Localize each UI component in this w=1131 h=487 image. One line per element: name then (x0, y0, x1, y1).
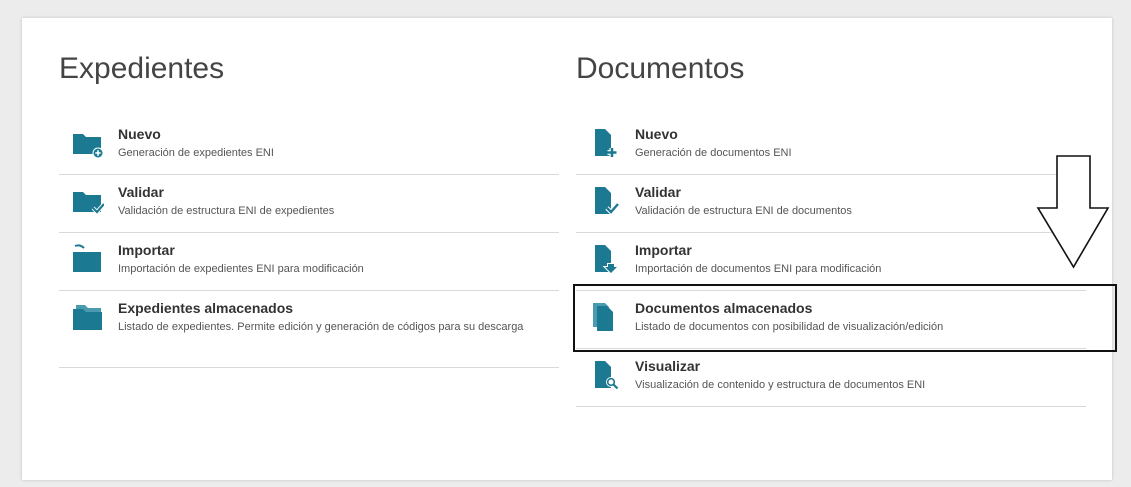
item-title: Validar (635, 184, 681, 200)
item-title: Nuevo (635, 126, 678, 142)
expedientes-nuevo-item[interactable]: Nuevo Generación de expedientes ENI (59, 117, 559, 175)
folder-plus-icon (73, 134, 104, 158)
expedientes-list: Nuevo Generación de expedientes ENI Vali… (59, 117, 559, 368)
expedientes-validar-item[interactable]: Validar Validación de estructura ENI de … (59, 175, 559, 233)
documentos-importar-item[interactable]: Importar Importación de documentos ENI p… (576, 233, 1086, 291)
document-check-icon (595, 187, 620, 216)
highlight-box (573, 284, 1117, 352)
item-description: Importación de expedientes ENI para modi… (118, 263, 364, 275)
item-description: Validación de estructura ENI de expedien… (118, 205, 335, 217)
documentos-validar-item[interactable]: Validar Validación de estructura ENI de … (576, 175, 1086, 233)
folder-open-icon (73, 244, 101, 272)
documentos-nuevo-item[interactable]: Nuevo Generación de documentos ENI (576, 117, 1086, 175)
item-description: Generación de expedientes ENI (118, 147, 274, 159)
item-description: Importación de documentos ENI para modif… (635, 263, 882, 275)
document-plus-icon (595, 129, 617, 157)
down-arrow-annotation (1036, 155, 1110, 269)
expedientes-title: Expedientes (59, 52, 225, 85)
item-description: Validación de estructura ENI de document… (635, 205, 852, 217)
documentos-visualizar-item[interactable]: Visualizar Visualización de contenido y … (576, 349, 1086, 407)
documentos-title: Documentos (576, 52, 745, 85)
document-import-icon (595, 245, 620, 274)
item-title: Nuevo (118, 126, 161, 142)
main-card: Expedientes Nuevo Generación de expedien… (22, 18, 1112, 480)
document-search-icon (595, 361, 619, 390)
item-title: Importar (635, 242, 692, 258)
item-description: Listado de expedientes. Permite edición … (118, 321, 524, 333)
item-title: Visualizar (635, 358, 701, 374)
folders-icon (73, 305, 102, 330)
folder-check-icon (73, 192, 104, 215)
item-description: Generación de documentos ENI (635, 147, 792, 159)
expedientes-almacenados-item[interactable]: Expedientes almacenados Listado de exped… (59, 291, 559, 368)
item-title: Importar (118, 242, 175, 258)
documentos-list: Nuevo Generación de documentos ENI Valid… (576, 117, 1086, 407)
expedientes-importar-item[interactable]: Importar Importación de expedientes ENI … (59, 233, 559, 291)
item-description: Visualización de contenido y estructura … (635, 379, 926, 391)
item-title: Validar (118, 184, 164, 200)
item-title: Expedientes almacenados (118, 300, 294, 316)
